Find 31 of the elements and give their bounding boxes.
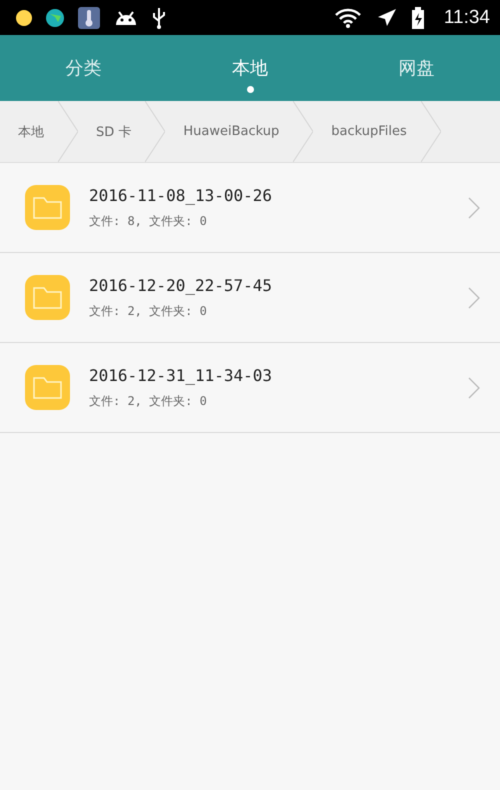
folder-name: 2016-11-08_13-00-26 <box>89 186 274 204</box>
selected-dot <box>246 86 254 92</box>
globe-icon <box>46 8 64 26</box>
chevron-right-icon <box>468 286 480 308</box>
thermometer-icon <box>78 6 100 28</box>
folder-name: 2016-12-31_11-34-03 <box>89 366 274 384</box>
folder-details: 文件: 2, 文件夹: 0 <box>89 392 208 410</box>
tab[interactable]: 分类 <box>0 35 167 101</box>
folder-details: 文件: 8, 文件夹: 0 <box>89 212 208 230</box>
breadcrumb-item[interactable]: backupFiles <box>313 101 421 162</box>
folder-icon <box>25 365 70 410</box>
folder-name: 2016-12-20_22-57-45 <box>89 276 274 294</box>
breadcrumb-item[interactable]: HuaweiBackup <box>165 101 294 162</box>
tab[interactable]: 本地 <box>166 35 334 101</box>
folder-details: 文件: 2, 文件夹: 0 <box>89 302 208 320</box>
robot-icon <box>114 8 138 26</box>
folder-row[interactable]: 2016-11-08_13-00-26 文件: 8, 文件夹: 0 <box>0 163 500 253</box>
breadcrumb-item[interactable]: SD 卡 <box>78 101 146 162</box>
breadcrumb-item[interactable]: 本地 <box>0 101 58 162</box>
battery-icon <box>412 6 424 28</box>
folder-icon <box>25 275 70 320</box>
clock-time: 11:34 <box>444 6 490 28</box>
chevron-right-icon <box>468 376 480 398</box>
wifi-icon <box>334 6 362 28</box>
folder-row[interactable]: 2016-12-20_22-57-45 文件: 2, 文件夹: 0 <box>0 253 500 343</box>
folder-row[interactable]: 2016-12-31_11-34-03 文件: 2, 文件夹: 0 <box>0 343 500 433</box>
tab[interactable]: 网盘 <box>333 35 500 101</box>
folder-icon <box>25 185 70 230</box>
circle-icon <box>16 10 32 26</box>
chevron-right-icon <box>468 196 480 218</box>
usb-icon <box>152 6 166 28</box>
